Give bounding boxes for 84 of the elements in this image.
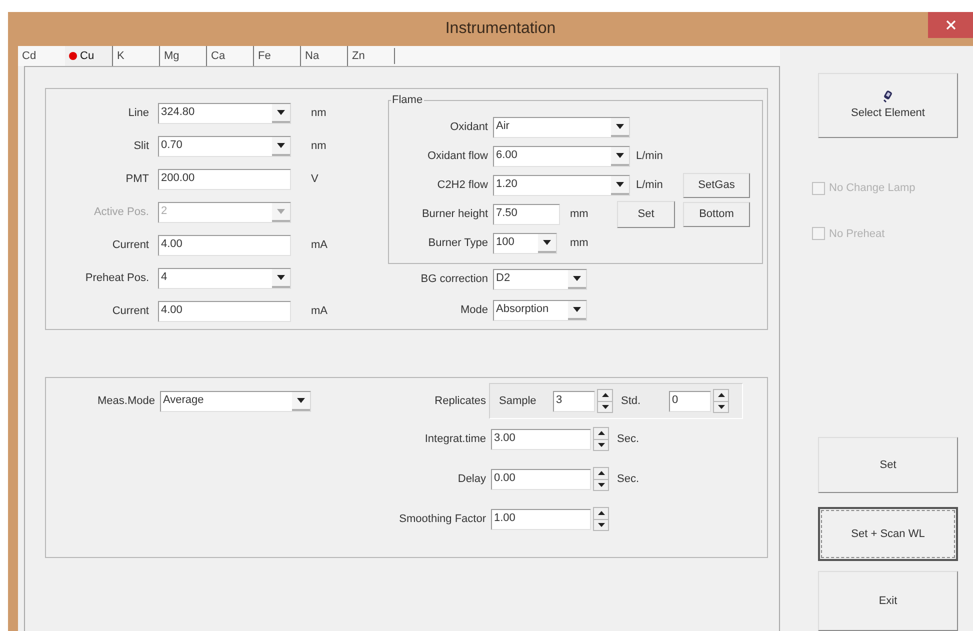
field-label: Meas.Mode	[96, 394, 155, 409]
dropdown[interactable]: Absorption	[493, 300, 587, 321]
input-field[interactable]: 0	[669, 390, 711, 412]
field-label: Delay	[456, 472, 486, 487]
input-field[interactable]: 4.00	[158, 235, 291, 256]
caret-icon	[297, 398, 305, 402]
caret-icon	[277, 209, 285, 214]
field-label: Slit	[132, 139, 149, 154]
field-label: Sample	[499, 394, 538, 409]
caret-icon	[573, 307, 581, 312]
input-field[interactable]: 0.00	[491, 468, 591, 490]
caret-icon	[573, 276, 581, 281]
spin-buttons[interactable]	[593, 467, 609, 491]
unit-label: mm	[570, 206, 590, 222]
unit-label: mm	[570, 236, 588, 251]
status-dot-icon	[69, 52, 77, 60]
unit-label: L/min	[636, 178, 664, 193]
caret-icon	[277, 275, 285, 280]
field-label: Burner height	[420, 206, 488, 222]
field-label: Oxidant flow	[426, 148, 488, 164]
input-field[interactable]: 7.50	[493, 204, 560, 224]
push-button[interactable]: Bottom	[683, 202, 750, 226]
caret-icon	[277, 110, 285, 115]
field-label: Active Pos.	[92, 205, 149, 220]
push-button[interactable]: Set	[617, 200, 675, 228]
field-label: Burner Type	[427, 236, 488, 251]
input-field[interactable]: 200.00	[158, 169, 291, 190]
field-label: Std.	[621, 394, 642, 409]
window-title: Instrumentation	[445, 19, 556, 39]
lamp-icon	[882, 89, 894, 104]
unit-label: V	[311, 172, 318, 188]
caret-icon	[616, 124, 624, 128]
unit-label: nm	[311, 106, 326, 122]
unit-label: L/min	[636, 148, 663, 164]
field-label: Smoothing Factor	[398, 512, 486, 527]
field-label: Integrat.time	[424, 432, 486, 447]
unit-label: Sec.	[617, 432, 640, 447]
push-button[interactable]: Set	[818, 437, 958, 493]
input-field[interactable]: 4.00	[158, 301, 291, 322]
field-label: Mode	[459, 303, 488, 318]
close-icon	[946, 20, 956, 30]
input-field[interactable]: 1.00	[491, 508, 591, 530]
element-tab[interactable]: Cu	[65, 46, 112, 66]
field-label: Replicates	[434, 394, 486, 409]
unit-label: mA	[311, 238, 328, 254]
caret-icon	[543, 240, 551, 244]
field-label: PMT	[124, 172, 149, 188]
field-label: Preheat Pos.	[84, 271, 149, 286]
unit-label: Sec.	[617, 472, 640, 487]
field-label: BG correction	[420, 272, 488, 288]
push-button[interactable]: Set + Scan WL	[818, 507, 958, 561]
checkbox-label: No Change Lamp	[829, 181, 916, 196]
dropdown[interactable]: D2	[493, 269, 587, 290]
field-label: Current	[111, 304, 149, 320]
group-title: Flame	[391, 93, 424, 108]
dropdown[interactable]: 324.80	[158, 103, 291, 124]
dropdown[interactable]: 0.70	[158, 136, 291, 157]
field-label: Current	[111, 238, 149, 254]
dropdown[interactable]: 4	[158, 268, 291, 289]
field-label: Line	[127, 106, 149, 122]
close-button[interactable]	[928, 12, 973, 38]
unit-label: nm	[311, 139, 326, 154]
caret-icon	[616, 152, 624, 158]
spin-buttons[interactable]	[597, 389, 613, 413]
dropdown[interactable]: 100	[493, 232, 557, 254]
dropdown[interactable]: 1.20	[493, 174, 630, 196]
input-field[interactable]: 3.00	[491, 428, 591, 450]
push-button[interactable]: SetGas	[683, 172, 750, 198]
push-button[interactable]: Exit	[818, 571, 958, 631]
select-element-button[interactable]: Select Element	[818, 73, 958, 138]
field-label: Oxidant	[449, 120, 488, 135]
caret-icon	[277, 143, 285, 148]
input-field[interactable]: 3	[553, 390, 595, 412]
dropdown[interactable]: Air	[493, 116, 630, 138]
spin-buttons[interactable]	[593, 427, 609, 451]
unit-label: mA	[311, 304, 328, 320]
spin-buttons[interactable]	[713, 389, 729, 413]
dropdown[interactable]: Average	[160, 390, 311, 412]
spin-buttons[interactable]	[593, 507, 609, 531]
field-label: C2H2 flow	[436, 178, 488, 193]
caret-icon	[616, 182, 624, 186]
dropdown[interactable]: 6.00	[493, 146, 630, 166]
element-tab[interactable]: Cd	[18, 46, 65, 66]
checkbox-label: No Preheat	[829, 226, 885, 242]
